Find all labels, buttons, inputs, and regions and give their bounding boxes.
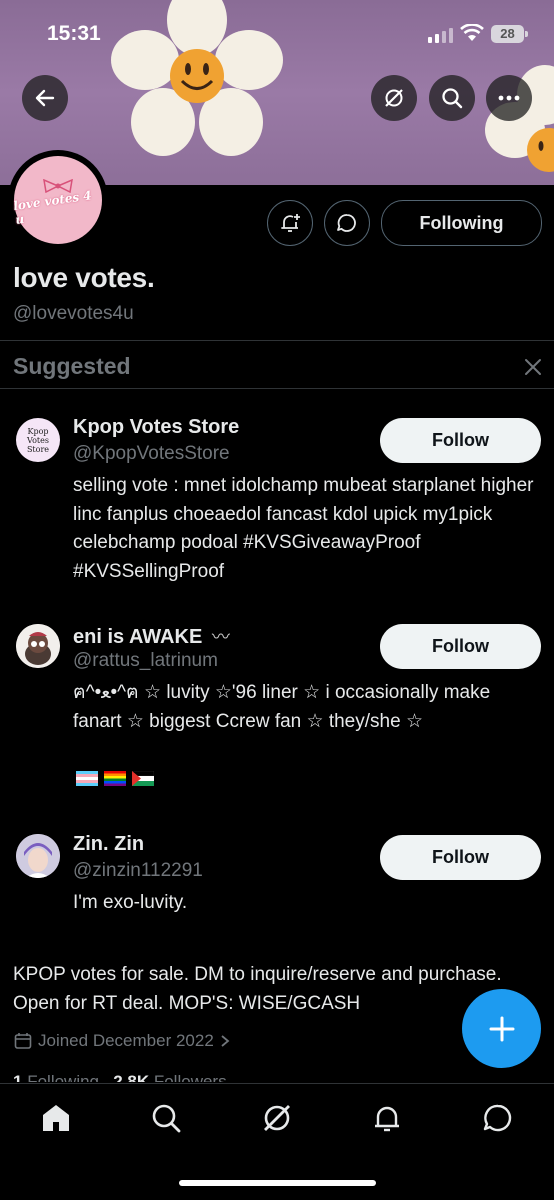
wifi-icon: [460, 24, 484, 41]
search-icon: [442, 88, 463, 109]
avatar-logo-text: love votes 4 u: [12, 188, 93, 227]
suggested-avatar[interactable]: [16, 624, 60, 668]
grok-icon: [385, 89, 403, 107]
tab-messages[interactable]: [478, 1098, 518, 1138]
flag-emojis: [76, 771, 154, 786]
following-count-label: Following: [27, 1072, 100, 1082]
status-time: 15:31: [47, 22, 101, 45]
following-count: 1: [13, 1072, 23, 1082]
grok-icon: [264, 1105, 290, 1131]
suggested-avatar[interactable]: Kpop Votes Store: [16, 418, 60, 462]
notifications-subscribe-button[interactable]: [267, 200, 313, 246]
bell-plus-icon: [281, 214, 300, 232]
suggested-bio: I'm exo-luvity.: [73, 892, 188, 913]
search-button[interactable]: [429, 75, 475, 121]
follow-counts[interactable]: 1 Following 2.8K Followers: [13, 1072, 227, 1082]
suggested-handle: @KpopVotesStore: [73, 443, 230, 464]
divider: [0, 340, 554, 341]
followers-count-label: Followers: [153, 1072, 227, 1082]
joined-text: Joined December 2022: [38, 1031, 214, 1050]
home-icon: [43, 1105, 69, 1131]
battery-icon: 28: [491, 25, 528, 43]
compose-button[interactable]: [462, 989, 541, 1068]
chevron-right-icon: [221, 1035, 230, 1047]
cellular-signal-icon: [428, 28, 453, 43]
messages-icon: [483, 1104, 512, 1132]
message-button[interactable]: [324, 200, 370, 246]
suggested-avatar[interactable]: [16, 834, 60, 878]
avatar-image: love votes 4 u: [12, 156, 102, 244]
squiggle-emoji: 〰: [211, 627, 230, 647]
suggested-handle: @rattus_latrinum: [73, 650, 218, 671]
follow-button[interactable]: Follow: [380, 624, 541, 669]
back-button[interactable]: [22, 75, 68, 121]
suggested-bio: selling vote : mnet idolchamp mubeat sta…: [73, 475, 539, 582]
profile-handle: @lovevotes4u: [13, 303, 134, 324]
tab-grok[interactable]: [257, 1098, 297, 1138]
calendar-icon: [14, 1033, 32, 1049]
following-button[interactable]: Following: [381, 200, 542, 246]
joined-date[interactable]: Joined December 2022: [14, 1031, 230, 1051]
status-bar: 15:31 28: [0, 0, 554, 70]
notifications-icon: [375, 1106, 399, 1132]
avatar-image: [16, 834, 60, 878]
tab-notifications[interactable]: [367, 1098, 407, 1138]
grok-button[interactable]: [371, 75, 417, 121]
profile-display-name: love votes.: [13, 262, 155, 293]
close-icon[interactable]: [522, 356, 544, 378]
profile-bio: KPOP votes for sale. DM to inquire/reser…: [13, 964, 502, 1014]
avatar-logo-text: Kpop Votes Store: [26, 426, 50, 454]
follow-button[interactable]: Follow: [380, 418, 541, 463]
palestine-flag-icon: [132, 771, 154, 786]
divider: [0, 388, 554, 389]
tab-search[interactable]: [146, 1098, 186, 1138]
plus-icon: [489, 1016, 514, 1041]
chat-bubble-icon: [337, 214, 356, 232]
suggested-name-text: eni is AWAKE: [73, 626, 203, 648]
suggested-handle: @zinzin112291: [73, 860, 203, 881]
avatar-image: [16, 624, 60, 668]
follow-button[interactable]: Follow: [380, 835, 541, 880]
followers-count: 2.8K: [113, 1072, 150, 1082]
trans-flag-icon: [76, 771, 98, 786]
home-indicator: [179, 1180, 376, 1186]
suggested-bio: ฅ^•ﻌ•^ฅ ☆ luvity ☆'96 liner ☆ i occasion…: [73, 682, 496, 732]
suggested-name[interactable]: Kpop Votes Store: [73, 416, 239, 439]
rainbow-flag-icon: [104, 771, 126, 786]
back-arrow-icon: [35, 89, 55, 107]
more-icon: [498, 95, 520, 101]
tab-home[interactable]: [36, 1098, 76, 1138]
search-icon: [152, 1104, 181, 1133]
suggested-heading: Suggested: [13, 353, 131, 379]
more-button[interactable]: [486, 75, 532, 121]
profile-avatar[interactable]: love votes 4 u: [8, 150, 108, 250]
suggested-name[interactable]: Zin. Zin: [73, 833, 144, 856]
suggested-name[interactable]: eni is AWAKE 〰: [73, 623, 230, 649]
